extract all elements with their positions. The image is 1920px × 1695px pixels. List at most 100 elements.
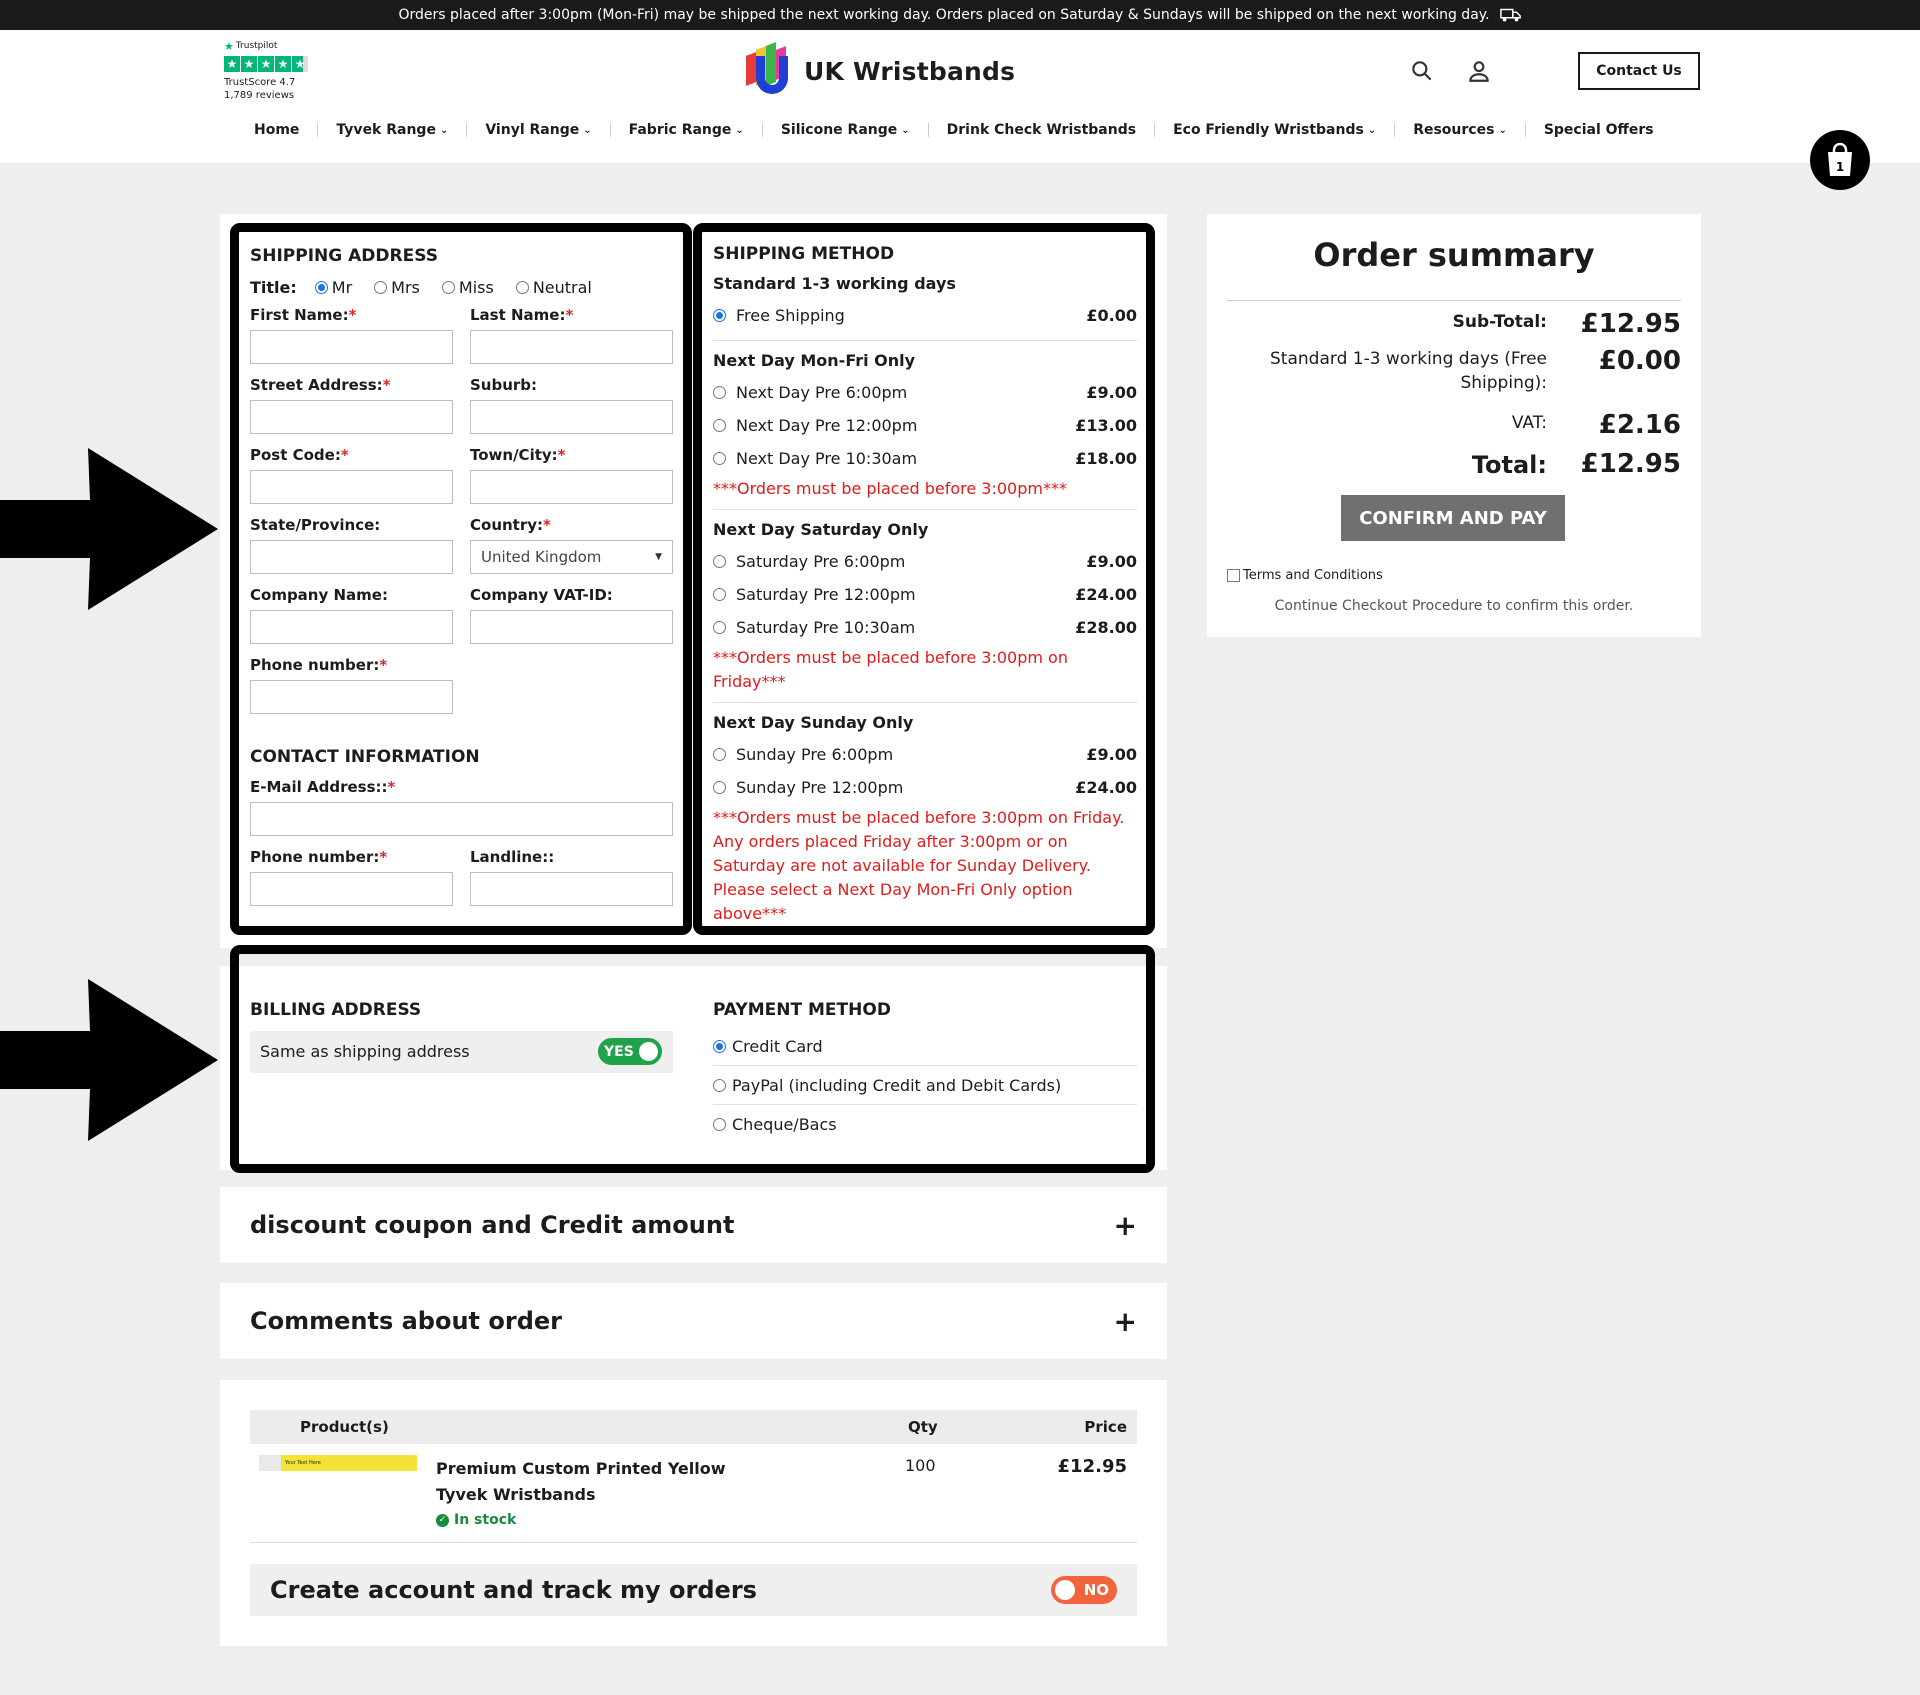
confirm-and-pay-button[interactable]: CONFIRM AND PAY xyxy=(1341,495,1565,541)
nav-drink-check[interactable]: Drink Check Wristbands xyxy=(929,122,1154,138)
star-icon: ★ xyxy=(275,56,291,72)
nav-label: Eco Friendly Wristbands xyxy=(1173,122,1364,138)
nav-label: Resources xyxy=(1413,122,1495,138)
option-price: £9.00 xyxy=(1086,552,1137,571)
option-price: £28.00 xyxy=(1075,618,1137,637)
option-label: Next Day Pre 6:00pm xyxy=(736,383,908,402)
nav-silicone-range[interactable]: Silicone Range ⌄ xyxy=(763,122,928,138)
street-address-label: Street Address:* xyxy=(250,376,391,394)
saturday-group-title: Next Day Saturday Only xyxy=(713,520,929,539)
last-name-input[interactable] xyxy=(470,330,673,364)
phone-input[interactable] xyxy=(250,680,453,714)
first-name-input[interactable] xyxy=(250,330,453,364)
shipping-option-sat-1030am[interactable]: Saturday Pre 10:30am £28.00 xyxy=(713,611,1137,644)
checkbox-icon[interactable] xyxy=(1227,569,1240,582)
title-option-miss[interactable]: Miss xyxy=(441,278,494,297)
product-name[interactable]: Premium Custom Printed Yellow Tyvek Wris… xyxy=(436,1456,766,1508)
nav-tyvek-range[interactable]: Tyvek Range ⌄ xyxy=(318,122,466,138)
discount-coupon-accordion[interactable]: discount coupon and Credit amount + xyxy=(220,1187,1167,1263)
title-option-mr[interactable]: Mr xyxy=(314,278,352,297)
main-nav: Home Tyvek Range ⌄ Vinyl Range ⌄ Fabric Ra… xyxy=(236,122,1672,138)
product-qty: 100 xyxy=(905,1456,936,1475)
shipping-option-sat-6pm[interactable]: Saturday Pre 6:00pm £9.00 xyxy=(713,545,1137,578)
street-address-input[interactable] xyxy=(250,400,453,434)
option-label: Saturday Pre 12:00pm xyxy=(736,585,916,604)
shipping-option-sun-12pm[interactable]: Sunday Pre 12:00pm £24.00 xyxy=(713,771,1137,804)
suburb-input[interactable] xyxy=(470,400,673,434)
radio-icon xyxy=(713,555,726,568)
shipping-label: Standard 1-3 working days (Free Shipping… xyxy=(1270,349,1547,393)
terms-checkbox-row[interactable]: Terms and Conditions xyxy=(1227,568,1383,583)
option-label: Neutral xyxy=(532,278,592,297)
radio-icon xyxy=(713,1039,726,1053)
contact-phone-input[interactable] xyxy=(250,872,453,906)
shipping-row: Standard 1-3 working days (Free Shipping… xyxy=(1227,347,1681,395)
town-city-label: Town/City:* xyxy=(470,446,566,464)
shipping-option-free[interactable]: Free Shipping £0.00 xyxy=(713,299,1137,332)
create-account-label: Create account and track my orders xyxy=(270,1576,757,1604)
nav-resources[interactable]: Resources ⌄ xyxy=(1395,122,1525,138)
post-code-label: Post Code:* xyxy=(250,446,349,464)
sunday-note: ***Orders must be placed before 3:00pm o… xyxy=(713,808,1125,923)
option-price: £24.00 xyxy=(1075,778,1137,797)
first-name-label: First Name:* xyxy=(250,306,357,324)
comments-accordion[interactable]: Comments about order + xyxy=(220,1283,1167,1359)
banner-text: Orders placed after 3:00pm (Mon-Fri) may… xyxy=(398,7,1490,23)
option-label: Miss xyxy=(458,278,494,297)
star-icon: ★ xyxy=(258,56,274,72)
chevron-down-icon: ⌄ xyxy=(1367,124,1377,136)
product-thumbnail[interactable]: Your Text Here xyxy=(259,1455,417,1471)
post-code-input[interactable] xyxy=(250,470,453,504)
shipping-option-sat-12pm[interactable]: Saturday Pre 12:00pm £24.00 xyxy=(713,578,1137,611)
vat-label: VAT: xyxy=(1511,413,1547,433)
email-input[interactable] xyxy=(250,802,673,836)
title-option-neutral[interactable]: Neutral xyxy=(515,278,592,297)
title-option-mrs[interactable]: Mrs xyxy=(374,278,420,297)
company-name-input[interactable] xyxy=(250,610,453,644)
payment-option-cheque[interactable]: Cheque/Bacs xyxy=(713,1105,1137,1144)
payment-option-paypal[interactable]: PayPal (including Credit and Debit Cards… xyxy=(713,1066,1137,1105)
title-label: Title: xyxy=(250,278,297,297)
chevron-down-icon: ⌄ xyxy=(1498,124,1507,136)
payment-option-credit-card[interactable]: Credit Card xyxy=(713,1027,1137,1066)
radio-icon xyxy=(713,386,726,399)
col-product: Product(s) xyxy=(300,1418,389,1436)
state-province-label: State/Province: xyxy=(250,516,381,534)
company-vat-input[interactable] xyxy=(470,610,673,644)
shipping-option-nd-6pm[interactable]: Next Day Pre 6:00pm £9.00 xyxy=(713,376,1137,409)
user-icon[interactable] xyxy=(1466,58,1492,84)
nav-special-offers[interactable]: Special Offers xyxy=(1526,122,1672,138)
shipping-option-sun-6pm[interactable]: Sunday Pre 6:00pm £9.00 xyxy=(713,738,1137,771)
shipping-option-nd-12pm[interactable]: Next Day Pre 12:00pm £13.00 xyxy=(713,409,1137,442)
town-city-input[interactable] xyxy=(470,470,673,504)
total-row: Total: £12.95 xyxy=(1227,450,1681,480)
shipping-option-nd-1030am[interactable]: Next Day Pre 10:30am £18.00 xyxy=(713,442,1137,475)
radio-icon xyxy=(713,781,726,794)
cart-button[interactable]: 1 xyxy=(1810,130,1870,190)
search-icon[interactable] xyxy=(1409,58,1435,84)
star-icon: ★ xyxy=(224,56,240,72)
option-price: £9.00 xyxy=(1086,383,1137,402)
option-label: Saturday Pre 10:30am xyxy=(736,618,916,637)
same-as-shipping-toggle[interactable]: YES xyxy=(598,1038,662,1065)
shipping-value: £0.00 xyxy=(1598,346,1681,376)
nav-fabric-range[interactable]: Fabric Range ⌄ xyxy=(611,122,762,138)
option-label: Sunday Pre 12:00pm xyxy=(736,778,904,797)
create-account-toggle[interactable]: NO xyxy=(1051,1576,1117,1604)
state-province-input[interactable] xyxy=(250,540,453,574)
landline-input[interactable] xyxy=(470,872,673,906)
trustpilot-widget[interactable]: ★ Trustpilot ★ ★ ★ ★ ★ TrustScore 4.7 1,789 r… xyxy=(224,40,308,102)
brand-name: UK Wristbands xyxy=(804,56,1016,86)
nav-eco-friendly[interactable]: Eco Friendly Wristbands ⌄ xyxy=(1155,122,1394,138)
contact-phone-label: Phone number:* xyxy=(250,848,388,866)
nav-home[interactable]: Home xyxy=(236,122,317,138)
payment-method-title: PAYMENT METHOD xyxy=(713,1000,891,1020)
option-label: PayPal (including Credit and Debit Cards… xyxy=(732,1075,1062,1095)
plus-icon[interactable]: + xyxy=(1114,1305,1137,1338)
country-select[interactable]: United Kingdom ▼ xyxy=(470,540,673,574)
contact-us-button[interactable]: Contact Us xyxy=(1578,52,1700,90)
plus-icon[interactable]: + xyxy=(1114,1209,1137,1242)
nav-vinyl-range[interactable]: Vinyl Range ⌄ xyxy=(467,122,609,138)
terms-label[interactable]: Terms and Conditions xyxy=(1243,568,1383,583)
site-logo[interactable]: UK Wristbands xyxy=(742,42,1016,98)
